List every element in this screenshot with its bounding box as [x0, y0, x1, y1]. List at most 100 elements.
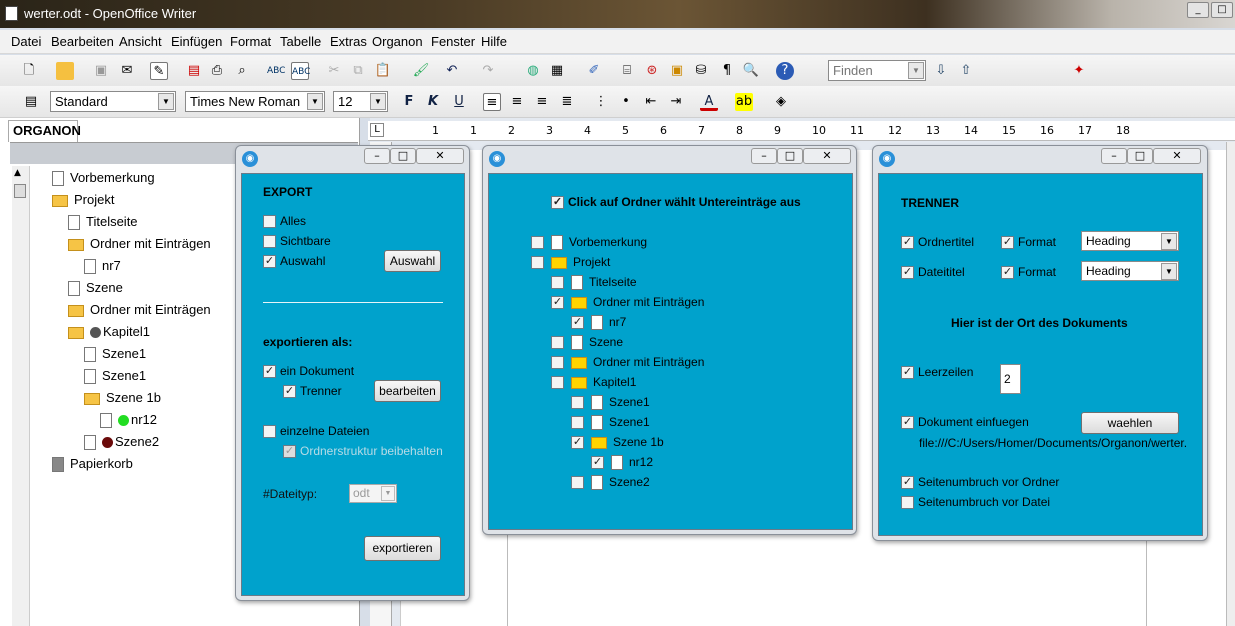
horizontal-ruler[interactable]: L 1 1 2 3 4 5 6 7 8 9 10 11 12 13 14 15 16 17 18: [368, 121, 1235, 141]
dialog-close-button[interactable]: ✕: [1153, 148, 1201, 164]
redo-icon[interactable]: ↷: [479, 62, 497, 80]
help-icon[interactable]: ?: [776, 62, 794, 80]
align-left-icon[interactable]: ≡: [483, 93, 501, 111]
spellcheck-icon[interactable]: ABC: [267, 62, 285, 80]
dialog-close-button[interactable]: ✕: [416, 148, 464, 164]
selection-item[interactable]: Szene: [551, 334, 623, 351]
print-preview-icon[interactable]: ⌕: [233, 62, 251, 80]
leerzeilen-checkbox[interactable]: ✓ Leerzeilen: [901, 364, 973, 380]
checkbox-checked-icon[interactable]: ✓: [901, 476, 914, 490]
checkbox-unchecked-icon[interactable]: [571, 396, 584, 410]
undo-icon[interactable]: ↶: [443, 62, 461, 80]
selection-item[interactable]: Ordner mit Einträgen: [551, 354, 704, 370]
size-dropdown-icon[interactable]: ▼: [370, 93, 386, 110]
find-next-icon[interactable]: ⇩: [932, 62, 950, 80]
justify-icon[interactable]: ≣: [558, 93, 576, 111]
auswahl-checkbox[interactable]: ✓ Auswahl: [263, 253, 325, 269]
dialog-minimize-button[interactable]: –: [751, 148, 777, 164]
menu-organon[interactable]: Organon: [372, 34, 423, 49]
trenner-checkbox[interactable]: ✓ Trenner: [283, 383, 342, 399]
new-document-icon[interactable]: 🗋: [20, 62, 38, 80]
bold-icon[interactable]: F: [400, 93, 418, 111]
navigator-item[interactable]: Titelseite: [68, 212, 138, 232]
sichtbare-checkbox[interactable]: Sichtbare: [263, 233, 331, 249]
minimize-button[interactable]: _: [1187, 2, 1209, 18]
dialog-maximize-button[interactable]: □: [1127, 148, 1153, 164]
data-sources-icon[interactable]: ⛁: [692, 62, 710, 80]
navigator-item[interactable]: Szene2: [84, 432, 159, 452]
checkbox-checked-icon[interactable]: ✓: [571, 436, 584, 450]
style-dropdown-icon[interactable]: ▼: [158, 93, 174, 110]
decrease-indent-icon[interactable]: ⇤: [642, 93, 660, 111]
checkbox-unchecked-icon[interactable]: [551, 336, 564, 350]
font-dropdown-icon[interactable]: ▼: [307, 93, 323, 110]
export-button[interactable]: exportieren: [364, 536, 441, 561]
dateityp-dropdown-icon[interactable]: ▼: [381, 486, 395, 501]
navigator-item[interactable]: Szene1: [84, 366, 146, 386]
checkbox-unchecked-icon[interactable]: [551, 276, 564, 290]
checkbox-checked-icon[interactable]: ✓: [571, 316, 584, 330]
draw-functions-icon[interactable]: ✐: [585, 62, 603, 80]
autospellcheck-icon[interactable]: ABC: [291, 62, 310, 80]
menu-datei[interactable]: Datei: [11, 34, 41, 49]
navigator-item[interactable]: Projekt: [52, 190, 114, 210]
ordner-format-checkbox[interactable]: ✓ Format: [1001, 234, 1056, 250]
print-icon[interactable]: ⎙: [208, 62, 226, 80]
navigator-item[interactable]: Ordner mit Einträgen: [68, 234, 211, 254]
dialog-minimize-button[interactable]: –: [364, 148, 390, 164]
align-right-icon[interactable]: ≡: [533, 93, 551, 111]
ordnerstruktur-checkbox[interactable]: ✓ Ordnerstruktur beibehalten: [283, 443, 443, 459]
heading-dropdown-icon[interactable]: ▼: [1161, 233, 1177, 250]
heading-dropdown-icon[interactable]: ▼: [1161, 263, 1177, 280]
checkbox-checked-icon[interactable]: ✓: [263, 365, 276, 379]
font-size-select[interactable]: 12 ▼: [333, 91, 388, 112]
waehlen-button[interactable]: waehlen: [1081, 412, 1179, 434]
menu-extras[interactable]: Extras: [330, 34, 367, 49]
auswahl-button[interactable]: Auswahl: [384, 250, 441, 272]
selection-item[interactable]: ✓ Ordner mit Einträgen: [551, 294, 704, 310]
checkbox-checked-icon[interactable]: ✓: [1001, 236, 1014, 250]
selection-item[interactable]: Kapitel1: [551, 374, 636, 390]
menu-bearbeiten[interactable]: Bearbeiten: [51, 34, 114, 49]
dialog-close-button[interactable]: ✕: [803, 148, 851, 164]
selection-item[interactable]: Vorbemerkung: [531, 234, 647, 251]
seitenumbruch-datei-checkbox[interactable]: Seitenumbruch vor Datei: [901, 494, 1050, 510]
gallery-icon[interactable]: ▣: [668, 62, 686, 80]
menu-hilfe[interactable]: Hilfe: [481, 34, 507, 49]
navigator-item[interactable]: Ordner mit Einträgen: [68, 300, 211, 320]
open-icon[interactable]: [56, 62, 74, 80]
styles-formatting-icon[interactable]: ▤: [22, 93, 40, 111]
ordnertitel-checkbox[interactable]: ✓ Ordnertitel: [901, 234, 974, 250]
dialog-maximize-button[interactable]: □: [390, 148, 416, 164]
paragraph-style-select[interactable]: Standard ▼: [50, 91, 176, 112]
menu-format[interactable]: Format: [230, 34, 271, 49]
checkbox-disabled-icon[interactable]: ✓: [283, 445, 296, 459]
dialog-maximize-button[interactable]: □: [777, 148, 803, 164]
navigator-item[interactable]: nr7: [84, 256, 121, 276]
background-color-icon[interactable]: ◈: [772, 93, 790, 111]
checkbox-checked-icon[interactable]: ✓: [901, 366, 914, 380]
font-name-select[interactable]: Times New Roman ▼: [185, 91, 325, 112]
selection-item[interactable]: ✓ nr7: [571, 314, 626, 331]
checkbox-checked-icon[interactable]: ✓: [901, 266, 914, 280]
tab-organon[interactable]: ORGANON: [8, 120, 81, 142]
checkbox-checked-icon[interactable]: ✓: [901, 236, 914, 250]
navigator-item[interactable]: Szene 1b: [84, 388, 161, 408]
pdf-export-icon[interactable]: ▤: [185, 62, 203, 80]
checkbox-unchecked-icon[interactable]: [571, 416, 584, 430]
seitenumbruch-ordner-checkbox[interactable]: ✓ Seitenumbruch vor Ordner: [901, 474, 1059, 490]
menu-fenster[interactable]: Fenster: [431, 34, 475, 49]
checkbox-unchecked-icon[interactable]: [531, 236, 544, 250]
checkbox-unchecked-icon[interactable]: [263, 235, 276, 249]
find-input[interactable]: Finden ▼: [828, 60, 926, 81]
font-color-icon[interactable]: A: [700, 93, 718, 111]
selection-item[interactable]: ✓ Szene 1b: [571, 434, 664, 450]
highlighting-icon[interactable]: ab: [735, 93, 753, 111]
leerzeilen-input[interactable]: 2: [1000, 364, 1021, 394]
email-icon[interactable]: ✉: [118, 62, 136, 80]
checkbox-unchecked-icon[interactable]: [901, 496, 914, 510]
paste-icon[interactable]: 📋: [374, 62, 392, 80]
tab-stop-icon[interactable]: L: [370, 123, 384, 137]
menu-einfuegen[interactable]: Einfügen: [171, 34, 222, 49]
checkbox-unchecked-icon[interactable]: [531, 256, 544, 270]
